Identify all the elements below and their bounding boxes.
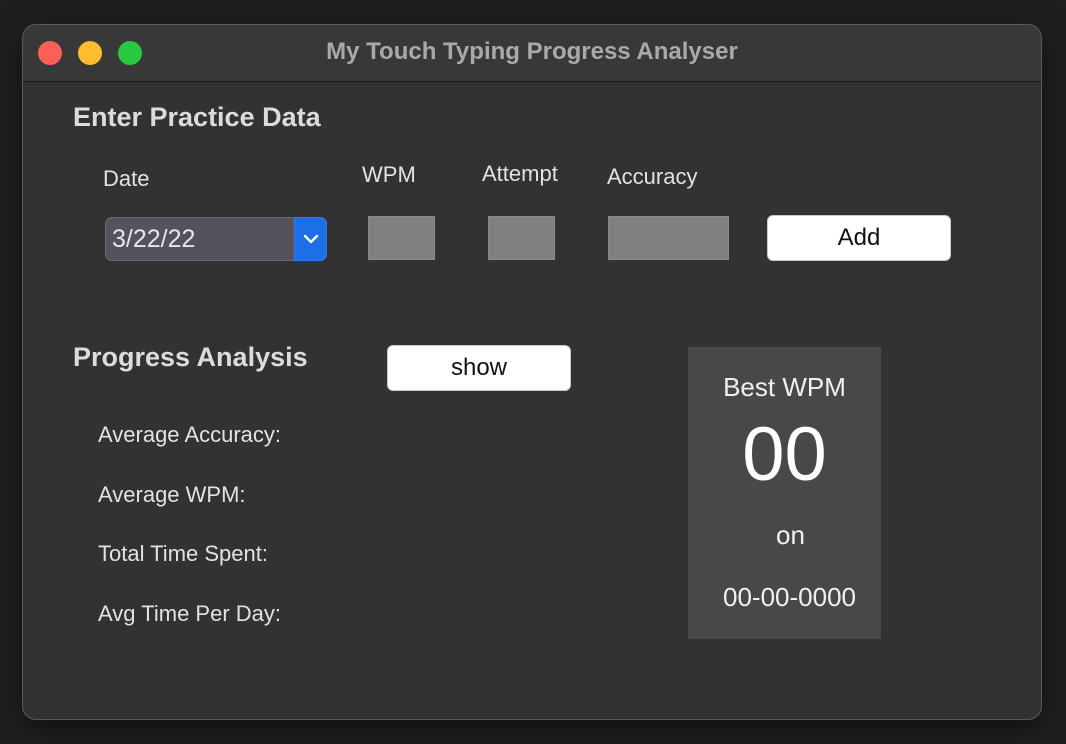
attempt-label: Attempt: [482, 161, 558, 186]
window-title: My Touch Typing Progress Analyser: [326, 38, 738, 65]
attempt-input[interactable]: [488, 216, 555, 260]
average-wpm-label: Average WPM:: [98, 482, 246, 507]
chevron-down-icon: [303, 234, 319, 244]
enter-practice-data-heading: Enter Practice Data: [73, 102, 321, 132]
progress-analysis-heading: Progress Analysis: [73, 342, 308, 372]
wpm-label: WPM: [362, 162, 416, 187]
accuracy-input[interactable]: [608, 216, 729, 260]
avg-time-per-day-label: Avg Time Per Day:: [98, 601, 281, 626]
date-value[interactable]: 3/22/22: [112, 225, 195, 254]
best-wpm-title: Best WPM: [723, 372, 846, 402]
add-button[interactable]: Add: [767, 215, 951, 261]
best-wpm-on-label: on: [776, 520, 805, 550]
date-picker[interactable]: 3/22/22: [105, 217, 327, 261]
date-label: Date: [103, 166, 150, 191]
best-wpm-panel: Best WPM 00 on 00-00-0000: [688, 347, 881, 639]
best-wpm-date: 00-00-0000: [723, 582, 856, 612]
show-button[interactable]: show: [387, 345, 571, 391]
best-wpm-value: 00: [742, 412, 827, 497]
app-window: My Touch Typing Progress Analyser Enter …: [22, 24, 1042, 720]
title-bar[interactable]: My Touch Typing Progress Analyser: [23, 25, 1041, 82]
wpm-input[interactable]: [368, 216, 435, 260]
date-stepper-button[interactable]: [294, 217, 327, 261]
accuracy-label: Accuracy: [607, 164, 698, 189]
total-time-spent-label: Total Time Spent:: [98, 541, 268, 566]
average-accuracy-label: Average Accuracy:: [98, 422, 282, 447]
